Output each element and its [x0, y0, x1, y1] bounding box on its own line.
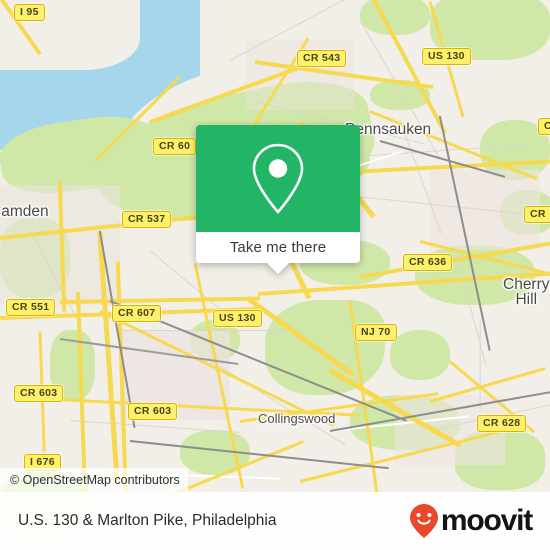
location-pin-icon	[252, 143, 304, 214]
take-me-there-button[interactable]: Take me there	[196, 232, 360, 263]
road-shield-cr551[interactable]: CR 551	[6, 299, 56, 316]
place-label-camden: Camden	[0, 203, 49, 220]
road-shield-i95[interactable]: I 95	[14, 4, 45, 21]
location-callout-card[interactable]: Take me there	[196, 125, 360, 274]
moovit-logo[interactable]: moovit	[409, 503, 533, 539]
road-shield-cr543[interactable]: CR 543	[297, 50, 347, 67]
place-label-collingswood: Collingswood	[258, 411, 336, 426]
map-attribution: © OpenStreetMap contributors	[0, 468, 188, 492]
callout-header	[196, 125, 360, 232]
map-park	[360, 0, 430, 35]
moovit-smiley-pin-icon	[409, 504, 438, 538]
map-screenshot: Pennsauken Camden CherryHill Collingswoo…	[0, 0, 550, 550]
road-shield-cr537[interactable]: CR 537	[122, 211, 172, 228]
road-shield-cr-right-mid[interactable]: CR	[524, 206, 550, 223]
take-me-there-label: Take me there	[229, 239, 327, 256]
callout-pointer	[267, 263, 289, 274]
road-shield-cr603-west[interactable]: CR 603	[14, 385, 64, 402]
map-minor-road	[479, 320, 481, 411]
map-park	[265, 300, 385, 395]
road-shield-nj70[interactable]: NJ 70	[355, 324, 397, 341]
road-shield-cr607[interactable]: CR 607	[112, 305, 162, 322]
address-label: U.S. 130 & Marlton Pike, Philadelphia	[18, 512, 277, 529]
road-shield-cr636[interactable]: CR 636	[403, 254, 453, 271]
attribution-text: © OpenStreetMap contributors	[10, 473, 180, 487]
road-shield-us130-lower[interactable]: US 130	[213, 310, 262, 327]
road-shield-cr607-upper[interactable]: CR 60	[153, 138, 197, 155]
moovit-wordmark: moovit	[440, 504, 533, 537]
map-park	[390, 330, 450, 380]
road-shield-cr628[interactable]: CR 628	[477, 415, 527, 432]
road-shield-us130[interactable]: US 130	[422, 48, 471, 65]
place-label-cherry-hill: Cherry Hill	[503, 276, 550, 308]
road-shield-cr-right-top[interactable]: CR	[538, 118, 550, 135]
road-shield-cr603[interactable]: CR 603	[128, 403, 178, 420]
footer-bar: U.S. 130 & Marlton Pike, Philadelphia mo…	[0, 492, 550, 550]
